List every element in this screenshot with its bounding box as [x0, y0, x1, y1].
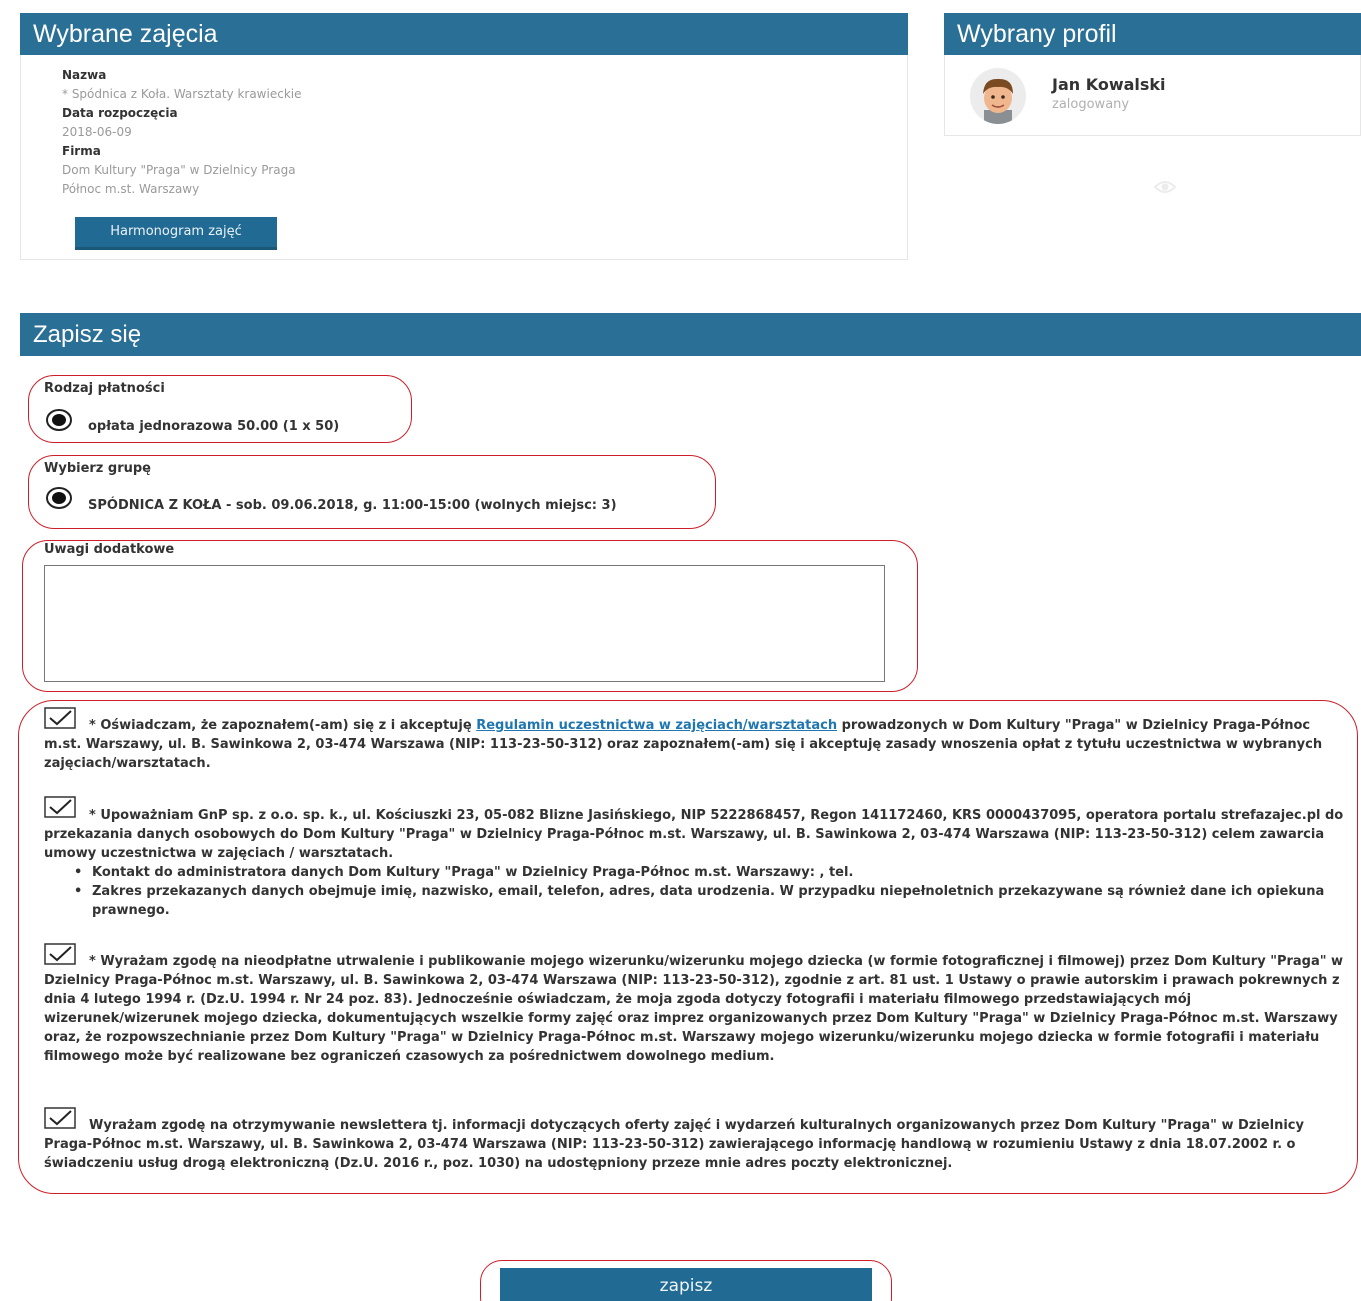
- group-label: Wybierz grupę: [44, 461, 151, 476]
- company-value-line2: Północ m.st. Warszawy: [62, 182, 200, 196]
- consent-newsletter-text: Wyrażam zgodę na otrzymywanie newsletter…: [44, 1116, 1349, 1173]
- list-item: Zakres przekazanych danych obejmuje imię…: [74, 882, 1349, 920]
- start-date-value: 2018-06-09: [62, 125, 132, 139]
- selected-class-header: Wybrane zajęcia: [20, 13, 908, 55]
- schedule-button[interactable]: Harmonogram zajęć: [75, 217, 277, 250]
- selected-class-title: Wybrane zajęcia: [33, 20, 218, 48]
- company-label: Firma: [62, 144, 101, 158]
- consent-data-transfer-text: * Upoważniam GnP sp. z o.o. sp. k., ul. …: [44, 806, 1349, 920]
- payment-option-label: opłata jednorazowa 50.00 (1 x 50): [88, 419, 340, 434]
- consent-image-text: * Wyrażam zgodę na nieodpłatne utrwaleni…: [44, 952, 1349, 1066]
- consent-terms-intro: * Oświadczam, że zapoznałem(-am) się z i…: [89, 718, 472, 733]
- profile-title: Wybrany profil: [957, 20, 1117, 48]
- consent-data-transfer-body: * Upoważniam GnP sp. z o.o. sp. k., ul. …: [44, 808, 1344, 861]
- payment-label: Rodzaj płatności: [44, 381, 165, 396]
- profile-header: Wybrany profil: [944, 13, 1361, 55]
- class-name-label: Nazwa: [62, 68, 107, 82]
- payment-radio[interactable]: [46, 409, 72, 431]
- signup-title: Zapisz się: [33, 321, 142, 348]
- list-item: Kontakt do administratora danych Dom Kul…: [74, 863, 1349, 882]
- eye-icon: [1153, 181, 1177, 193]
- company-value-line1: Dom Kultury "Praga" w Dzielnicy Praga: [62, 163, 296, 177]
- group-radio[interactable]: [46, 487, 72, 509]
- consent-data-transfer-list: Kontakt do administratora danych Dom Kul…: [74, 863, 1349, 920]
- submit-button[interactable]: zapisz: [500, 1268, 872, 1301]
- avatar-face-icon: [970, 68, 1026, 124]
- class-name-value: * Spódnica z Koła. Warsztaty krawieckie: [62, 87, 302, 101]
- notes-label: Uwagi dodatkowe: [44, 542, 175, 557]
- start-date-label: Data rozpoczęcia: [62, 106, 178, 120]
- avatar: [970, 68, 1026, 124]
- notes-textarea[interactable]: [44, 565, 885, 682]
- consent-newsletter-body: Wyrażam zgodę na otrzymywanie newsletter…: [44, 1118, 1304, 1171]
- consent-image-body: * Wyrażam zgodę na nieodpłatne utrwaleni…: [44, 954, 1344, 1064]
- consent-terms-text: * Oświadczam, że zapoznałem(-am) się z i…: [44, 716, 1349, 773]
- profile-name: Jan Kowalski: [1052, 75, 1166, 94]
- terms-link[interactable]: Regulamin uczestnictwa w zajęciach/warsz…: [476, 718, 837, 733]
- group-option-label: SPÓDNICA Z KOŁA - sob. 09.06.2018, g. 11…: [88, 498, 617, 513]
- signup-header: Zapisz się: [20, 313, 1361, 356]
- profile-status: zalogowany: [1052, 97, 1130, 112]
